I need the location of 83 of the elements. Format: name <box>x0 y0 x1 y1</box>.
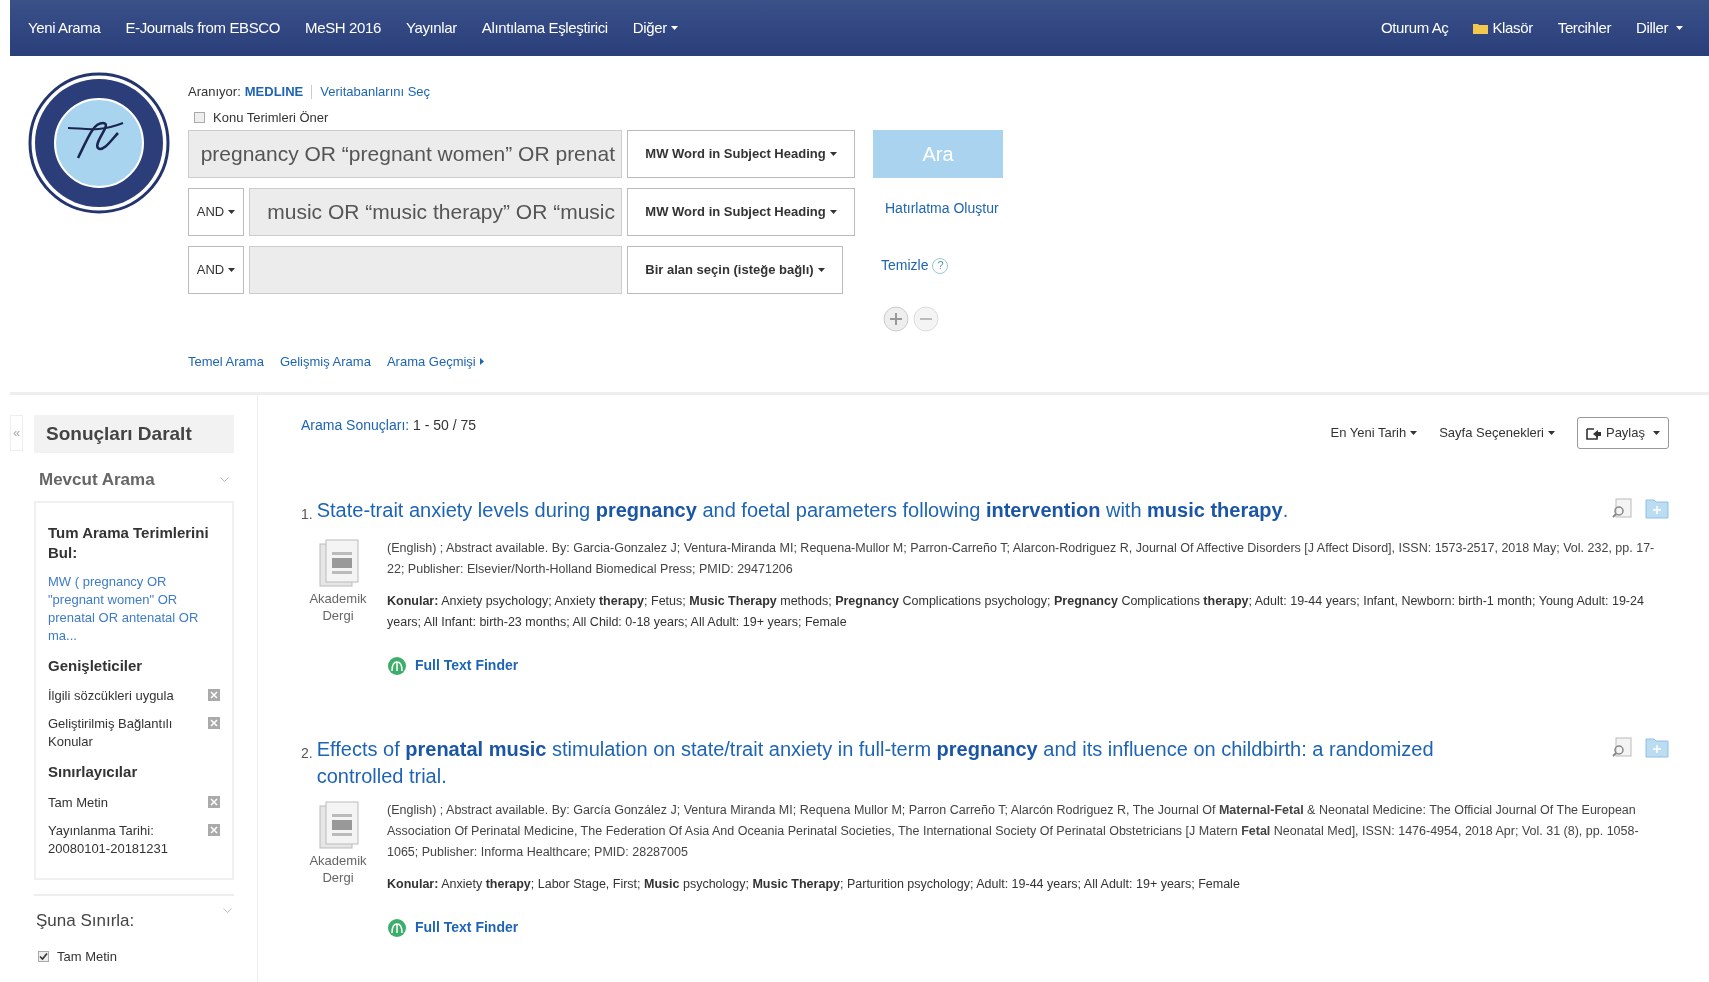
group-heading: Genişleticiler <box>48 655 144 676</box>
full-text-finder-link[interactable]: Full Text Finder <box>387 655 519 676</box>
caret-icon <box>479 358 484 366</box>
result-number: 2. <box>301 744 313 763</box>
database-name: MEDLINE <box>244 83 304 101</box>
caret-icon <box>1410 431 1418 435</box>
search-mode-link[interactable]: Temel Arama <box>188 352 264 372</box>
panel-title: Sonuçları Daralt <box>34 415 234 453</box>
results-count: 1 - 50 / 75 <box>413 417 477 433</box>
search-input[interactable]: pregnancy OR “pregnant women” OR prenat <box>188 130 622 178</box>
search-input[interactable]: music OR “music therapy” OR “music <box>249 188 622 236</box>
result-details: (English) ; Abstract available. By: Garcia-Gonzalez J; Ventura-Miranda MI; Requena-Mullor M; Parron-Carreño T; Alarcon-Rodriguez R, Journal Of Affective Disorders [J Affect Disord], ISSN: 1573-2517, 2018 May; Vol. 232, pp. 17-22; Publisher: Elsevier/North-Holland Biomedical Press; PMID: 29471206 <box>387 540 1656 578</box>
search-mode-link[interactable]: Gelişmiş Arama <box>279 352 371 372</box>
nav-link[interactable]: E-Journals from EBSCO <box>125 16 281 40</box>
nav-link[interactable]: Oturum Aç <box>1381 16 1449 40</box>
caret-icon <box>829 152 837 156</box>
checkbox[interactable] <box>194 111 205 123</box>
nav-link[interactable]: Tercihler <box>1557 16 1612 40</box>
publication-type: Akademik Dergi <box>308 852 368 886</box>
expander-label: İlgili sözcükleri uygula <box>48 687 174 705</box>
limit-option-label: Tam Metin <box>57 948 117 966</box>
nav-link[interactable]: Diller <box>1636 16 1683 40</box>
caret-icon <box>228 210 236 214</box>
expander-label: Geliştirilmiş Bağlantılı Konular <box>48 715 174 751</box>
searching-label: Aranıyor: <box>188 83 241 101</box>
folder-icon <box>1473 22 1489 34</box>
limiter-label: Yayınlanma Tarihi: 20080101-20181231 <box>48 821 169 858</box>
result-number: 1. <box>301 505 313 524</box>
result-subjects: Konular: Anxiety therapy; Labor Stage, First; Music psychology; Music Therapy; Parturition psychology; Adult: 19-44 years; All Adult: 19+ years; Female <box>387 876 1241 893</box>
preview-icon[interactable] <box>1611 497 1633 519</box>
remove-icon[interactable] <box>208 823 220 836</box>
operator-dropdown[interactable]: AND <box>188 188 244 236</box>
nav-link[interactable]: Alıntılama Eşleştirici <box>481 16 608 40</box>
result-subjects: Konular: Anxiety psychology; Anxiety therapy; Fetus; Music Therapy methods; Pregnancy Complications psychology; Pregnancy Complications therapy; Adult: 19-44 years; Infant, Newborn: birth-1 month; Young Adult: 19-24 years; All Infant: birth-23 months; All Child: 0-18 years; All Adult: 19+ years; Female <box>387 593 1645 631</box>
limiter-label: Tam Metin <box>48 793 109 812</box>
add-to-folder-icon[interactable] <box>1645 736 1669 758</box>
page-options-dropdown[interactable]: Sayfa Seçenekleri <box>1439 423 1555 443</box>
results-label: Arama Sonuçları: <box>301 417 410 433</box>
field-dropdown[interactable]: Bir alan seçin (isteğe bağlı) <box>627 246 843 294</box>
nav-link[interactable]: MeSH 2016 <box>305 16 381 40</box>
suggest-terms-label: Konu Terimleri Öner <box>213 108 329 127</box>
nav-link[interactable]: Diğer <box>632 16 678 40</box>
checkbox[interactable] <box>38 951 49 963</box>
add-to-folder-icon[interactable] <box>1645 497 1669 519</box>
caret-icon <box>228 268 236 272</box>
share-button[interactable]: Paylaş <box>1576 417 1669 449</box>
field-dropdown[interactable]: MW Word in Subject Heading <box>627 130 855 178</box>
chevron-icon[interactable] <box>223 907 232 913</box>
field-dropdown[interactable]: MW Word in Subject Heading <box>627 188 855 236</box>
result-title-link[interactable]: State-trait anxiety levels during pregnancy and foetal parameters following intervention with music therapy. <box>316 497 1289 524</box>
remove-icon[interactable] <box>208 717 220 729</box>
nav-link[interactable]: Yeni Arama <box>28 16 101 40</box>
caret-icon <box>1547 431 1555 435</box>
nav-link[interactable]: Klasör <box>1473 16 1533 40</box>
preview-icon[interactable] <box>1611 736 1633 758</box>
section-heading: Mevcut Arama <box>39 469 155 491</box>
chevron-icon[interactable] <box>220 477 229 483</box>
caret-icon <box>817 268 825 272</box>
operator-dropdown[interactable]: AND <box>188 246 244 294</box>
create-alert-link[interactable]: Hatırlatma Oluştur <box>885 198 1003 219</box>
caret-icon <box>1653 431 1660 435</box>
group-heading: Sınırlayıcılar <box>48 762 139 782</box>
add-row-icon[interactable] <box>883 306 909 332</box>
full-text-icon <box>387 917 407 938</box>
full-text-finder-link[interactable]: Full Text Finder <box>387 917 519 938</box>
remove-row-icon[interactable] <box>913 306 939 332</box>
section-heading: Şuna Sınırla: <box>36 909 135 932</box>
search-mode-link[interactable]: Arama Geçmişi <box>386 352 484 372</box>
remove-icon[interactable] <box>208 689 220 701</box>
choose-databases-link[interactable]: Veritabanlarını Seç <box>320 82 431 102</box>
remove-icon[interactable] <box>208 795 220 808</box>
caret-icon <box>829 210 837 214</box>
search-input[interactable] <box>249 246 622 294</box>
result-title-link[interactable]: Effects of prenatal music stimulation on state/trait anxiety in full-term pregnancy and its influence on childbirth: a randomized controlled trial. <box>316 736 1451 790</box>
find-all-label: Tum Arama Terimlerini Bul: <box>48 522 210 563</box>
query-link[interactable]: MW ( pregnancy OR "pregnant women" OR prenatal OR antenatal OR ma... <box>48 572 220 645</box>
share-icon <box>1585 426 1602 440</box>
full-text-icon <box>387 655 407 676</box>
clear-link[interactable]: Temizle <box>881 255 929 276</box>
result-details: (English) ; Abstract available. By: García González J; Ventura Miranda MI; Requena Mullor M; Parron Carreño T; Alarcón Rodriguez R, The Journal Of Maternal-Fetal & Neonatal Medicine: The Official Journal Of The European Association Of Perinatal Medicine, The Federation Of Asia And Oceania Perinatal Societies, The International Society Of Perinatal Obstetricians [J Matern Fetal Neonatal Med], ISSN: 1476-4954, 2018 Apr; Vol. 31 (8), pp. 1058-1065; Publisher: Informa Healthcare; PMID: 28287005 <box>387 802 1640 861</box>
sort-dropdown[interactable]: En Yeni Tarih <box>1330 423 1418 443</box>
publication-type: Akademik Dergi <box>308 590 368 624</box>
nav-link[interactable]: Yayınlar <box>405 16 457 40</box>
